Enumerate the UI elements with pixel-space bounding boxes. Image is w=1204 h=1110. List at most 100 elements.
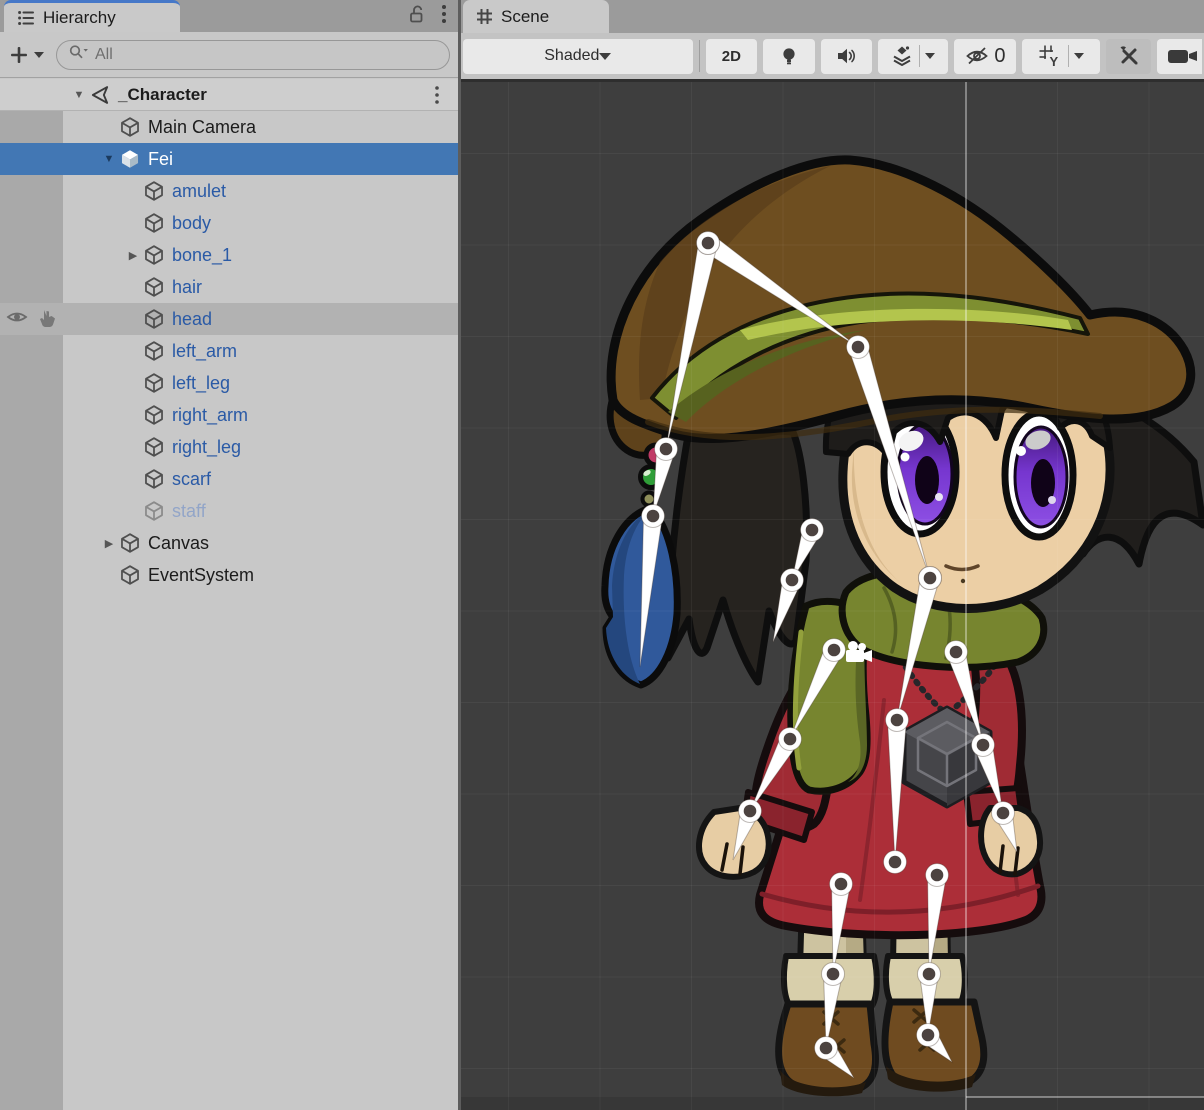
cube-icon bbox=[143, 308, 165, 330]
cube-icon bbox=[143, 244, 165, 266]
scene-viewport[interactable] bbox=[461, 82, 1204, 1110]
effects-icon bbox=[890, 44, 914, 68]
row-label: head bbox=[172, 309, 212, 330]
search-icon bbox=[67, 42, 89, 67]
panel-divider[interactable] bbox=[458, 0, 461, 1110]
cube-icon bbox=[143, 500, 165, 522]
row-label: Canvas bbox=[148, 533, 209, 554]
eye-hidden-icon bbox=[964, 44, 990, 68]
scene-tab-label: Scene bbox=[501, 7, 549, 27]
hidden-count: 0 bbox=[994, 45, 1005, 68]
bone-joint-hole bbox=[827, 968, 840, 981]
tree-row-hair[interactable]: hair bbox=[0, 271, 458, 303]
scene-header-kebab-icon[interactable] bbox=[434, 85, 440, 110]
lightbulb-icon bbox=[778, 45, 800, 67]
bone-joint-hole bbox=[924, 572, 937, 585]
tree-row-amulet[interactable]: amulet bbox=[0, 175, 458, 207]
tree-row-right-leg[interactable]: right_leg bbox=[0, 431, 458, 463]
tree-row-head[interactable]: head bbox=[0, 303, 458, 335]
svg-text:Y: Y bbox=[1050, 54, 1059, 69]
tree-row-left-leg[interactable]: left_leg bbox=[0, 367, 458, 399]
draw-mode-label: Shaded bbox=[544, 47, 599, 65]
search-input[interactable] bbox=[93, 45, 439, 65]
cube-icon bbox=[143, 340, 165, 362]
tree-row-left-arm[interactable]: left_arm bbox=[0, 335, 458, 367]
hierarchy-toolbar bbox=[0, 32, 458, 78]
draw-mode-caret bbox=[599, 53, 611, 60]
cube-icon bbox=[143, 436, 165, 458]
cube-icon bbox=[119, 564, 141, 586]
row-visibility-eye-icon[interactable] bbox=[5, 307, 29, 334]
scene-camera-button[interactable] bbox=[1157, 39, 1202, 74]
row-label: body bbox=[172, 213, 211, 234]
effects-dropdown-caret[interactable] bbox=[925, 53, 935, 59]
button-separator bbox=[919, 45, 920, 67]
tree-row-scarf[interactable]: scarf bbox=[0, 463, 458, 495]
bone-joint-hole bbox=[852, 341, 865, 354]
add-gameobject-button[interactable] bbox=[8, 44, 44, 66]
tree-row-body[interactable]: body bbox=[0, 207, 458, 239]
grid-visibility-button[interactable]: Y bbox=[1022, 39, 1100, 74]
bone-joint-hole bbox=[820, 1042, 833, 1055]
tree-row-fei[interactable]: ▼ Fei bbox=[0, 143, 458, 175]
row-label: hair bbox=[172, 277, 202, 298]
cube-icon bbox=[143, 180, 165, 202]
tab-scene[interactable]: Scene bbox=[463, 0, 609, 33]
prefab-icon bbox=[119, 148, 141, 170]
row-label: scarf bbox=[172, 469, 211, 490]
bone-joint-hole bbox=[891, 714, 904, 727]
disclosure-arrow[interactable]: ▶ bbox=[123, 249, 143, 262]
hierarchy-menu-kebab-icon[interactable] bbox=[440, 3, 448, 30]
row-label: left_leg bbox=[172, 373, 230, 394]
tab-hierarchy[interactable]: Hierarchy bbox=[4, 0, 180, 32]
row-label: _Character bbox=[118, 85, 207, 105]
tree-row-bone-1[interactable]: ▶ bone_1 bbox=[0, 239, 458, 271]
hierarchy-tabbar: Hierarchy bbox=[0, 0, 458, 32]
component-tools-button[interactable] bbox=[1106, 39, 1152, 74]
cube-icon bbox=[119, 532, 141, 554]
row-label: right_arm bbox=[172, 405, 248, 426]
unity-editor-window: { "hierarchy": { "tab_label": "Hierarchy… bbox=[0, 0, 1204, 1110]
cube-icon bbox=[143, 468, 165, 490]
scene-tabbar: Scene bbox=[461, 0, 1204, 33]
disclosure-arrow[interactable]: ▶ bbox=[99, 537, 119, 550]
2d-label: 2D bbox=[722, 48, 741, 65]
grid-axis-icon: Y bbox=[1037, 43, 1063, 69]
disclosure-arrow[interactable]: ▼ bbox=[69, 89, 89, 101]
grid-dropdown-caret[interactable] bbox=[1074, 53, 1084, 59]
scene-effects-button[interactable] bbox=[878, 39, 948, 74]
tree-row-eventsystem[interactable]: EventSystem bbox=[0, 559, 458, 591]
bone-joint-hole bbox=[702, 237, 715, 250]
draw-mode-dropdown[interactable]: Shaded bbox=[463, 39, 693, 74]
row-label: amulet bbox=[172, 181, 226, 202]
lock-icon[interactable] bbox=[406, 3, 428, 30]
search-box[interactable] bbox=[56, 40, 450, 70]
bone-joint-hole bbox=[786, 574, 799, 587]
cube-icon bbox=[143, 404, 165, 426]
disclosure-arrow[interactable]: ▼ bbox=[99, 153, 119, 165]
tree-row-right-arm[interactable]: right_arm bbox=[0, 399, 458, 431]
row-label: EventSystem bbox=[148, 565, 254, 586]
bone-joint-hole bbox=[889, 856, 902, 869]
scene-header-row[interactable]: ▼ _Character bbox=[0, 79, 458, 111]
row-label: Fei bbox=[148, 149, 173, 170]
row-label: bone_1 bbox=[172, 245, 232, 266]
row-picking-hand-icon[interactable] bbox=[35, 307, 59, 334]
scene-audio-button[interactable] bbox=[821, 39, 872, 74]
bone-joint-hole bbox=[647, 510, 660, 523]
button-separator bbox=[1068, 45, 1069, 67]
add-dropdown-caret bbox=[34, 52, 44, 58]
tree-row-main-camera[interactable]: Main Camera bbox=[0, 111, 458, 143]
cube-icon bbox=[143, 276, 165, 298]
bone-joint-hole bbox=[997, 807, 1010, 820]
tools-wrench-icon bbox=[1116, 43, 1142, 69]
hidden-objects-button[interactable]: 0 bbox=[954, 39, 1016, 74]
toolbar-separator bbox=[699, 40, 700, 72]
bone-joint-hole bbox=[977, 739, 990, 752]
tree-row-canvas[interactable]: ▶ Canvas bbox=[0, 527, 458, 559]
tree-row-staff[interactable]: staff bbox=[0, 495, 458, 527]
bone-joint-hole bbox=[922, 1029, 935, 1042]
2d-mode-button[interactable]: 2D bbox=[706, 39, 757, 74]
scene-lighting-button[interactable] bbox=[763, 39, 814, 74]
bone-joint-hole bbox=[931, 869, 944, 882]
